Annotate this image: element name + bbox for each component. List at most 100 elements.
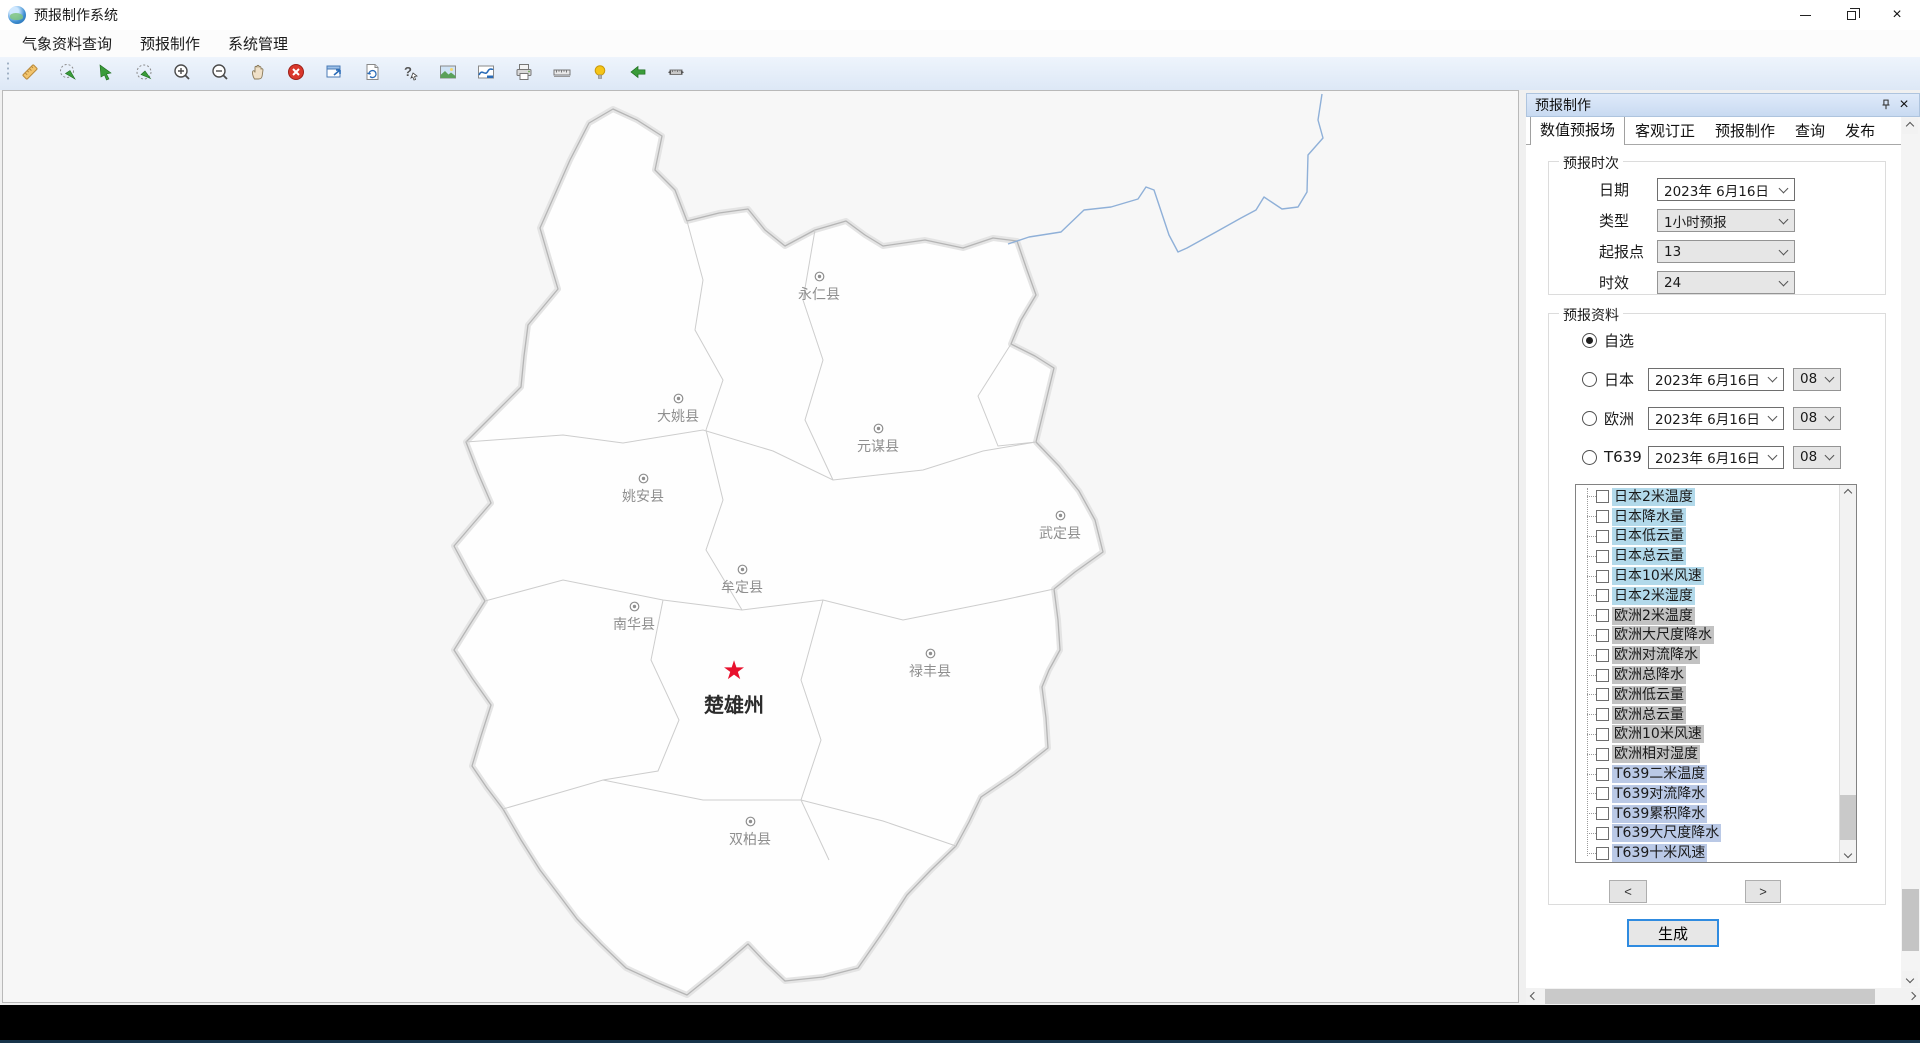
tree-item-checkbox[interactable]: [1596, 649, 1609, 662]
tree-item[interactable]: T639累积降水: [1576, 804, 1838, 824]
tree-item-checkbox[interactable]: [1596, 708, 1609, 721]
restore-button[interactable]: [1828, 0, 1874, 30]
generate-button[interactable]: 生成: [1627, 919, 1719, 947]
japan-hour-select[interactable]: 08: [1793, 368, 1841, 391]
date-select[interactable]: 2023年 6月16日: [1657, 178, 1795, 201]
bulb-icon[interactable]: [588, 60, 612, 84]
zoom-out-icon[interactable]: [208, 60, 232, 84]
panel-vertical-scrollbar[interactable]: [1901, 117, 1920, 988]
menu-forecast-production[interactable]: 预报制作: [128, 30, 212, 57]
scroll-up-button[interactable]: [1902, 118, 1918, 134]
pin-button[interactable]: [1877, 96, 1895, 114]
tree-item-checkbox[interactable]: [1596, 787, 1609, 800]
zoom-window-icon[interactable]: [56, 60, 80, 84]
europe-hour-select[interactable]: 08: [1793, 407, 1841, 430]
panel-close-button[interactable]: ×: [1895, 96, 1913, 114]
stop-icon[interactable]: [284, 60, 308, 84]
tree-item[interactable]: 欧洲总降水: [1576, 665, 1838, 685]
zoom-dynamic-icon[interactable]: [132, 60, 156, 84]
tree-item-checkbox[interactable]: [1596, 589, 1609, 602]
help-pointer-icon[interactable]: [398, 60, 422, 84]
scroll-down-button[interactable]: [1902, 971, 1918, 987]
scroll-left-button[interactable]: [1526, 988, 1542, 1004]
pan-hand-icon[interactable]: [246, 60, 270, 84]
image-icon[interactable]: [436, 60, 460, 84]
ruler-horizontal-icon[interactable]: [550, 60, 574, 84]
tree-item[interactable]: T639对流降水: [1576, 784, 1838, 804]
tree-item-checkbox[interactable]: [1596, 510, 1609, 523]
minimize-button[interactable]: [1782, 0, 1828, 30]
tree-item-checkbox[interactable]: [1596, 609, 1609, 622]
tree-item[interactable]: 日本降水量: [1576, 507, 1838, 527]
back-arrow-icon[interactable]: [626, 60, 650, 84]
tab-forecast-production[interactable]: 预报制作: [1705, 117, 1785, 144]
radio-self-select[interactable]: [1582, 333, 1597, 348]
tree-item-checkbox[interactable]: [1596, 629, 1609, 642]
tab-query[interactable]: 查询: [1785, 117, 1835, 144]
tree-item-checkbox[interactable]: [1596, 550, 1609, 563]
menu-system-management[interactable]: 系统管理: [216, 30, 300, 57]
tree-item-checkbox[interactable]: [1596, 530, 1609, 543]
scroll-right-button[interactable]: [1904, 988, 1920, 1004]
japan-date-select[interactable]: 2023年 6月16日: [1648, 368, 1784, 391]
select-arrow-icon[interactable]: [94, 60, 118, 84]
map-area[interactable]: 永仁县 大姚县: [2, 90, 1519, 1003]
zoom-in-icon[interactable]: [170, 60, 194, 84]
close-button[interactable]: ×: [1874, 0, 1920, 30]
type-select[interactable]: 1小时预报: [1657, 209, 1795, 232]
tree-item-checkbox[interactable]: [1596, 669, 1609, 682]
tab-publish[interactable]: 发布: [1835, 117, 1885, 144]
scrollbar-thumb[interactable]: [1840, 795, 1856, 840]
tree-item[interactable]: 欧洲2米温度: [1576, 606, 1838, 626]
map-canvas[interactable]: [3, 91, 1518, 1002]
start-hour-select[interactable]: 13: [1657, 240, 1795, 263]
tree-item[interactable]: 日本低云量: [1576, 527, 1838, 547]
tree-item[interactable]: 欧洲10米风速: [1576, 725, 1838, 745]
scroll-up-button[interactable]: [1840, 485, 1856, 501]
valid-period-select[interactable]: 24: [1657, 271, 1795, 294]
tree-item[interactable]: 欧洲总云量: [1576, 705, 1838, 725]
europe-date-select[interactable]: 2023年 6月16日: [1648, 407, 1784, 430]
tree-item-checkbox[interactable]: [1596, 847, 1609, 860]
ruler-icon[interactable]: [18, 60, 42, 84]
prev-button[interactable]: <: [1609, 880, 1647, 903]
tree-item[interactable]: 日本总云量: [1576, 546, 1838, 566]
tree-item[interactable]: 日本10米风速: [1576, 566, 1838, 586]
tree-item[interactable]: 日本2米湿度: [1576, 586, 1838, 606]
tree-item[interactable]: 欧洲大尺度降水: [1576, 626, 1838, 646]
panel-splitter[interactable]: [1519, 90, 1526, 1005]
next-button[interactable]: >: [1745, 880, 1781, 903]
tree-item-checkbox[interactable]: [1596, 748, 1609, 761]
full-extent-icon[interactable]: [322, 60, 346, 84]
tree-item-checkbox[interactable]: [1596, 807, 1609, 820]
tree-item-checkbox[interactable]: [1596, 570, 1609, 583]
radio-t639[interactable]: [1582, 450, 1597, 465]
scrollbar-thumb[interactable]: [1545, 989, 1875, 1004]
tree-item[interactable]: 欧洲对流降水: [1576, 645, 1838, 665]
radio-japan[interactable]: [1582, 372, 1597, 387]
print-icon[interactable]: [512, 60, 536, 84]
tree-scrollbar[interactable]: [1839, 485, 1856, 862]
radio-europe[interactable]: [1582, 411, 1597, 426]
t639-hour-select[interactable]: 08: [1793, 446, 1841, 469]
tab-objective-correction[interactable]: 客观订正: [1625, 117, 1705, 144]
tree-item[interactable]: 欧洲低云量: [1576, 685, 1838, 705]
panel-horizontal-scrollbar[interactable]: [1526, 988, 1920, 1005]
chart-image-icon[interactable]: [474, 60, 498, 84]
tree-item-checkbox[interactable]: [1596, 490, 1609, 503]
t639-date-select[interactable]: 2023年 6月16日: [1648, 446, 1784, 469]
tree-item-checkbox[interactable]: [1596, 728, 1609, 741]
scroll-down-button[interactable]: [1840, 846, 1856, 862]
tree-item-checkbox[interactable]: [1596, 688, 1609, 701]
scrollbar-thumb[interactable]: [1902, 889, 1919, 951]
refresh-page-icon[interactable]: [360, 60, 384, 84]
tree-item[interactable]: T639二米温度: [1576, 764, 1838, 784]
tree-item[interactable]: T639十米风速: [1576, 843, 1838, 863]
menu-weather-data-query[interactable]: 气象资料查询: [10, 30, 124, 57]
tree-item[interactable]: 欧洲相对湿度: [1576, 744, 1838, 764]
tree-item-checkbox[interactable]: [1596, 827, 1609, 840]
tree-item[interactable]: T639大尺度降水: [1576, 824, 1838, 844]
tree-item-checkbox[interactable]: [1596, 768, 1609, 781]
measure-tool-icon[interactable]: [664, 60, 688, 84]
tree-item[interactable]: 日本2米温度: [1576, 487, 1838, 507]
